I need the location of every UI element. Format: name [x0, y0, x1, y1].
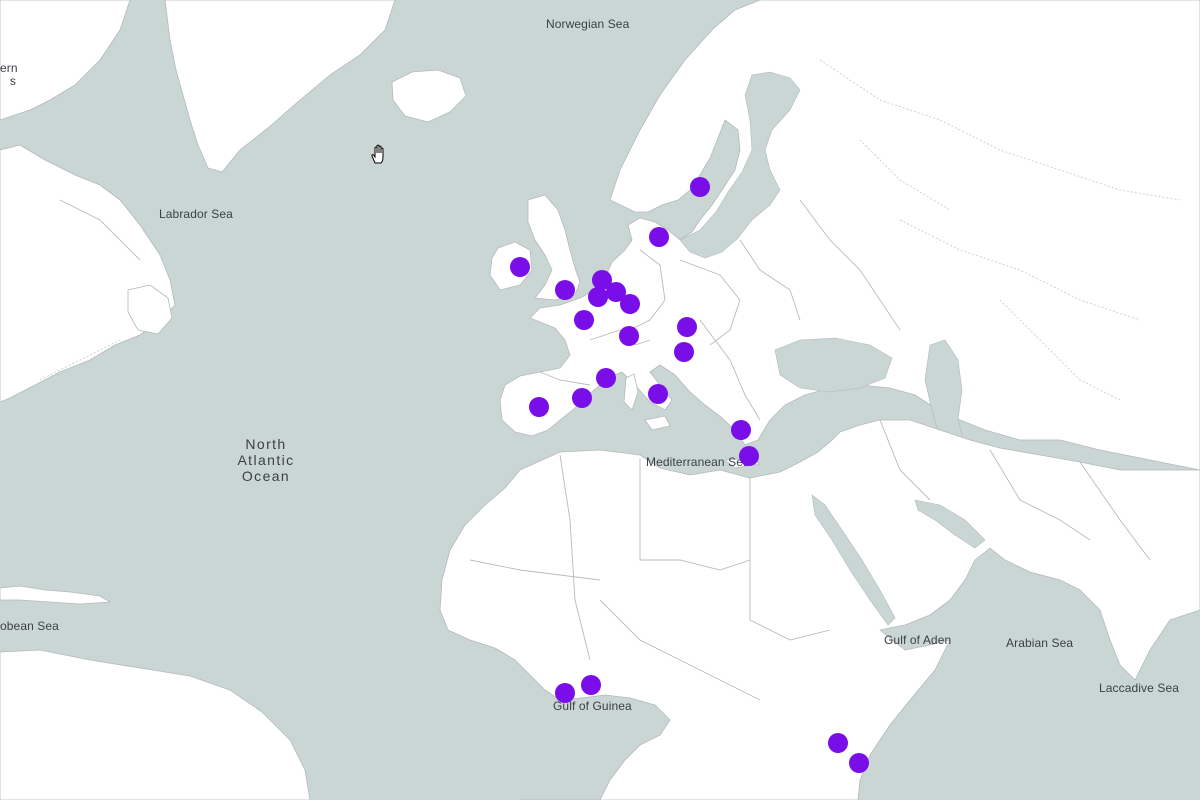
map-marker[interactable] — [555, 683, 575, 703]
map-marker[interactable] — [828, 733, 848, 753]
map-marker[interactable] — [555, 280, 575, 300]
map-marker[interactable] — [690, 177, 710, 197]
norwegian-sea-label: Norwegian Sea — [546, 17, 630, 31]
map-marker[interactable] — [731, 420, 751, 440]
labrador-sea-label: Labrador Sea — [159, 207, 233, 221]
map-marker[interactable] — [510, 257, 530, 277]
map-marker[interactable] — [581, 675, 601, 695]
map-marker[interactable] — [649, 227, 669, 247]
map-view[interactable]: Norwegian Sea Labrador Sea North Atlanti… — [0, 0, 1200, 800]
map-marker[interactable] — [849, 753, 869, 773]
map-marker[interactable] — [674, 342, 694, 362]
map-marker[interactable] — [588, 287, 608, 307]
map-marker[interactable] — [648, 384, 668, 404]
map-marker[interactable] — [677, 317, 697, 337]
mediterranean-sea-label: Mediterranean Sea — [646, 455, 750, 469]
hand-cursor-icon — [371, 144, 384, 164]
map-marker[interactable] — [572, 388, 592, 408]
map-marker[interactable] — [529, 397, 549, 417]
arabian-sea-label: Arabian Sea — [1006, 636, 1074, 650]
north-atlantic-ocean-label: North Atlantic Ocean — [237, 436, 295, 484]
map-marker[interactable] — [574, 310, 594, 330]
caribbean-sea-label: obean Sea — [0, 619, 59, 633]
gulf-of-aden-label: Gulf of Aden — [884, 633, 952, 647]
map-marker[interactable] — [619, 326, 639, 346]
map-marker[interactable] — [620, 294, 640, 314]
map-marker[interactable] — [739, 446, 759, 466]
laccadive-sea-label: Laccadive Sea — [1099, 681, 1180, 695]
northern-region-label: ern s — [0, 61, 18, 88]
map-marker[interactable] — [596, 368, 616, 388]
